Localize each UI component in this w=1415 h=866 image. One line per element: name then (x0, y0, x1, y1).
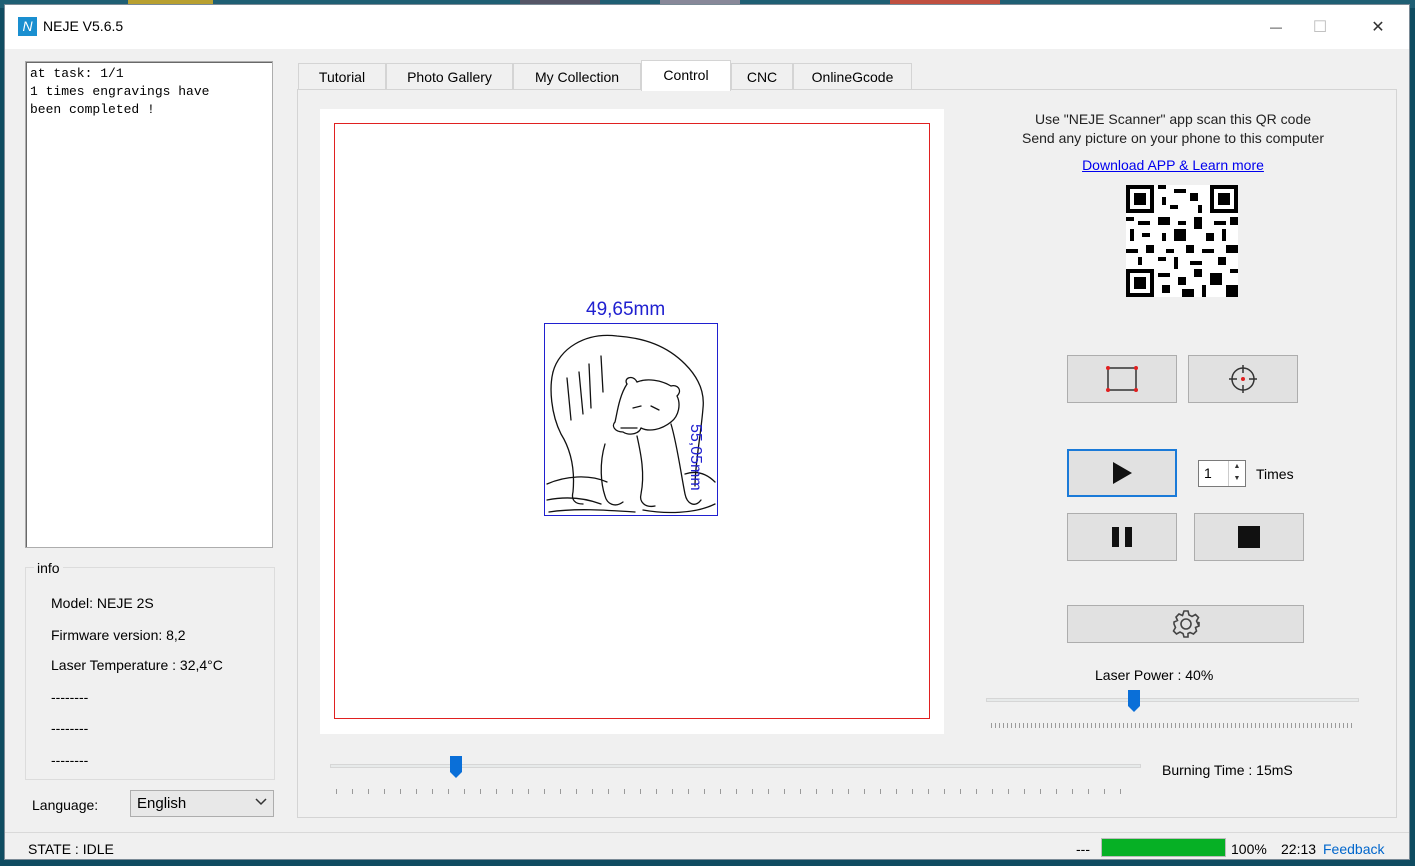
qr-instruction-line2: Send any picture on your phone to this c… (1022, 130, 1324, 146)
maximize-icon: ☐ (1312, 19, 1328, 36)
chevron-down-icon (255, 795, 267, 812)
tab-photo-gallery[interactable]: Photo Gallery (386, 63, 513, 89)
frame-preview-button[interactable] (1067, 355, 1177, 403)
download-app-link[interactable]: Download APP & Learn more (973, 157, 1373, 173)
language-value: English (137, 795, 187, 812)
laser-power-slider-thumb[interactable] (1128, 690, 1140, 712)
stop-button[interactable] (1194, 513, 1304, 561)
info-legend: info (34, 560, 63, 576)
maximize-button[interactable]: ☐ (1291, 5, 1349, 49)
tab-cnc[interactable]: CNC (731, 63, 793, 89)
stepper-arrows-icon[interactable]: ▲ ▼ (1228, 461, 1245, 486)
center-position-button[interactable] (1188, 355, 1298, 403)
model-info: Model: NEJE 2S (51, 595, 154, 611)
pause-button[interactable] (1067, 513, 1177, 561)
close-icon: ✕ (1371, 19, 1385, 36)
tab-control[interactable]: Control (641, 60, 731, 91)
settings-button[interactable] (1067, 605, 1304, 643)
feedback-link[interactable]: Feedback (1323, 841, 1384, 857)
info-placeholder: -------- (51, 689, 89, 705)
tab-tutorial[interactable]: Tutorial (298, 63, 386, 89)
firmware-info: Firmware version: 8,2 (51, 627, 186, 643)
app-logo-icon: N (18, 17, 37, 36)
tab-my-collection[interactable]: My Collection (513, 63, 641, 89)
status-time: 22:13 (1281, 841, 1317, 857)
start-button[interactable] (1067, 449, 1177, 497)
language-select[interactable]: English (130, 790, 274, 817)
status-bar: STATE : IDLE --- 100% 22:13 Feedback (5, 832, 1409, 859)
burning-time-label: Burning Time : 15mS (1162, 762, 1293, 778)
times-label: Times (1256, 466, 1294, 482)
app-window: N NEJE V5.6.5 — ☐ ✕ at task: 1/1 1 times… (4, 4, 1410, 860)
progress-fill (1102, 839, 1225, 856)
temperature-info: Laser Temperature : 32,4°C (51, 657, 223, 673)
times-value: 1 (1204, 465, 1212, 481)
play-icon (1113, 462, 1132, 484)
crosshair-icon (1229, 365, 1257, 393)
close-button[interactable]: ✕ (1349, 5, 1407, 49)
image-height-label: 55,05mm (687, 424, 704, 491)
info-group: info Model: NEJE 2S Firmware version: 8,… (25, 560, 275, 780)
laser-power-slider[interactable] (986, 698, 1359, 702)
language-label: Language: (32, 797, 99, 813)
stop-icon (1238, 526, 1260, 548)
title-bar: N NEJE V5.6.5 — ☐ ✕ (5, 5, 1409, 49)
burning-time-ticks (336, 781, 1136, 794)
progress-bar (1101, 838, 1226, 857)
tab-onlinegcode[interactable]: OnlineGcode (793, 63, 912, 89)
engraving-canvas[interactable]: 49,65mm 55,05mm (320, 109, 944, 734)
progress-percent: 100% (1231, 841, 1267, 857)
qr-code-icon (1126, 185, 1238, 297)
status-dashes: --- (1076, 841, 1090, 857)
pause-icon (1112, 527, 1132, 547)
frame-icon (1106, 366, 1138, 392)
info-placeholder: -------- (51, 752, 89, 768)
window-title: NEJE V5.6.5 (43, 18, 124, 34)
minimize-icon: — (1270, 20, 1282, 34)
state-text: STATE : IDLE (28, 841, 114, 857)
info-placeholder: -------- (51, 720, 89, 736)
laser-power-ticks (991, 715, 1354, 728)
gear-icon (1172, 610, 1200, 638)
burning-time-slider-thumb[interactable] (450, 756, 462, 778)
laser-power-label: Laser Power : 40% (1095, 667, 1214, 683)
times-stepper[interactable]: 1 ▲ ▼ (1198, 460, 1246, 487)
image-width-label: 49,65mm (586, 299, 666, 320)
qr-instruction-line1: Use "NEJE Scanner" app scan this QR code (1034, 111, 1312, 127)
task-log[interactable]: at task: 1/1 1 times engravings have bee… (25, 61, 273, 548)
